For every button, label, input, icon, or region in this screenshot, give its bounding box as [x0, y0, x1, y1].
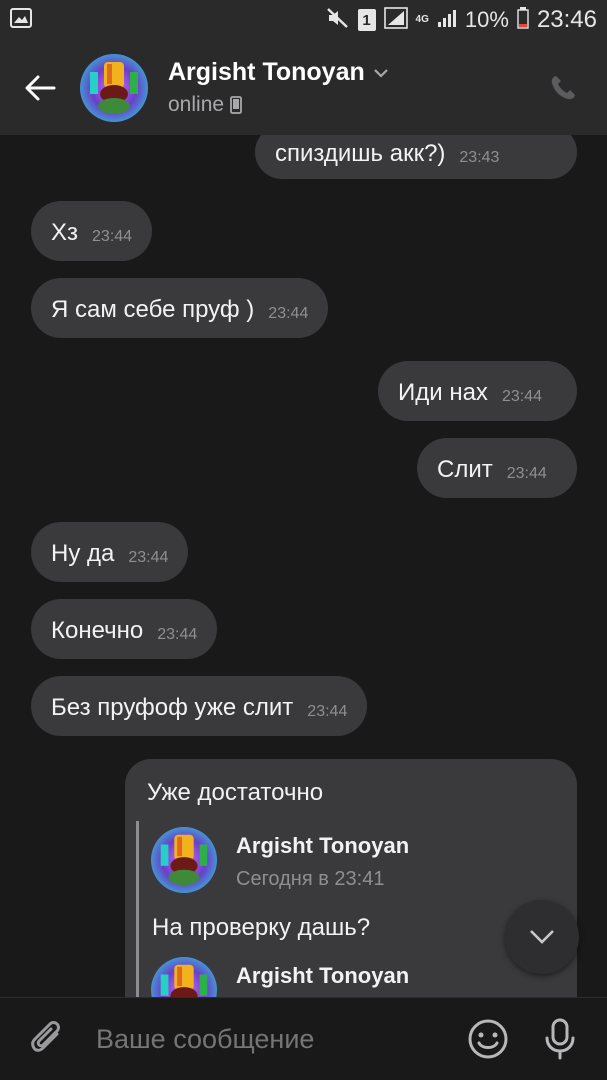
attach-button[interactable] — [0, 998, 96, 1080]
message-bubble-incoming[interactable]: Хз 23:44 — [31, 201, 153, 261]
scroll-to-bottom-button[interactable] — [505, 900, 579, 974]
quote-avatar[interactable] — [151, 827, 217, 893]
mute-icon — [326, 7, 350, 34]
message-time: 23:44 — [92, 228, 133, 245]
contact-status: online — [168, 93, 225, 116]
contact-name[interactable]: Argisht Tonoyan — [168, 58, 365, 87]
phone-icon — [551, 75, 575, 99]
message-time: 23:44 — [501, 388, 542, 405]
message-time: 23:44 — [307, 703, 348, 720]
contact-avatar[interactable] — [80, 53, 148, 122]
message-text: спиздишь акк?) — [275, 140, 446, 167]
message-text: Уже достаточно — [147, 779, 324, 806]
chat-header: Argisht Tonoyan online — [0, 40, 607, 135]
message-time: 23:44 — [268, 305, 309, 322]
smiley-icon — [468, 1019, 508, 1059]
message-bubble-outgoing[interactable]: Слит 23:44 — [417, 438, 577, 498]
message-time: 23:43 — [459, 149, 500, 166]
message-bubble-outgoing[interactable]: Иди нах 23:44 — [378, 361, 577, 421]
message-list[interactable]: спиздишь акк?) 23:43 Хз 23:44 Я сам себе… — [0, 135, 607, 997]
sim-badge: 1 — [357, 9, 376, 31]
quote-avatar[interactable] — [151, 957, 217, 997]
battery-icon — [517, 6, 529, 34]
signal-icon — [383, 6, 408, 34]
message-text: Слит — [437, 456, 493, 483]
forwarded-message-card[interactable]: Уже достаточно Argisht Tonoyan Сегодня в… — [125, 759, 577, 997]
call-button[interactable] — [533, 58, 593, 118]
quote-date: Сегодня в 23:41 — [236, 868, 385, 890]
message-bubble-incoming[interactable]: Без пруфоф уже слит 23:44 — [31, 676, 368, 736]
message-bubble-incoming[interactable]: Конечно 23:44 — [31, 599, 218, 659]
message-time: 23:44 — [128, 549, 169, 566]
message-text: Я сам себе пруф ) — [51, 296, 255, 323]
quote-author[interactable]: Argisht Tonoyan — [236, 833, 409, 859]
message-text: Без пруфоф уже слит — [51, 694, 294, 721]
message-bubble-incoming[interactable]: Я сам себе пруф ) 23:44 — [31, 278, 329, 338]
quote-author[interactable]: Argisht Tonoyan — [236, 963, 409, 989]
message-text: Хз — [51, 219, 79, 246]
clock: 23:46 — [536, 6, 597, 33]
gallery-notification-icon — [10, 7, 32, 33]
microphone-icon — [545, 1018, 575, 1060]
message-text: Иди нах — [398, 379, 488, 406]
status-bar: 1 4G 10% 23:46 — [0, 0, 607, 40]
quote-bar — [136, 821, 139, 997]
cellular-signal-icon — [437, 8, 457, 33]
quote-text: На проверку дашь? — [152, 914, 371, 941]
message-bubble-incoming[interactable]: Ну да 23:44 — [31, 522, 189, 582]
message-input[interactable] — [96, 1009, 463, 1069]
chevron-down-icon — [530, 930, 554, 944]
mobile-device-icon — [230, 96, 242, 114]
message-composer — [0, 997, 607, 1080]
message-time: 23:44 — [506, 465, 547, 482]
message-bubble-outgoing[interactable]: спиздишь акк?) 23:43 — [255, 135, 577, 179]
message-text: Конечно — [51, 617, 144, 644]
back-button[interactable] — [0, 40, 80, 135]
lte-label: 4G — [415, 14, 429, 25]
back-arrow-icon — [25, 75, 56, 100]
microphone-button[interactable] — [535, 1009, 585, 1069]
paperclip-icon — [31, 1021, 60, 1052]
battery-percent: 10% — [464, 7, 509, 32]
message-time: 23:44 — [157, 626, 198, 643]
message-text: Ну да — [51, 540, 115, 567]
chevron-down-icon[interactable] — [373, 68, 389, 78]
emoji-button[interactable] — [463, 1009, 513, 1069]
